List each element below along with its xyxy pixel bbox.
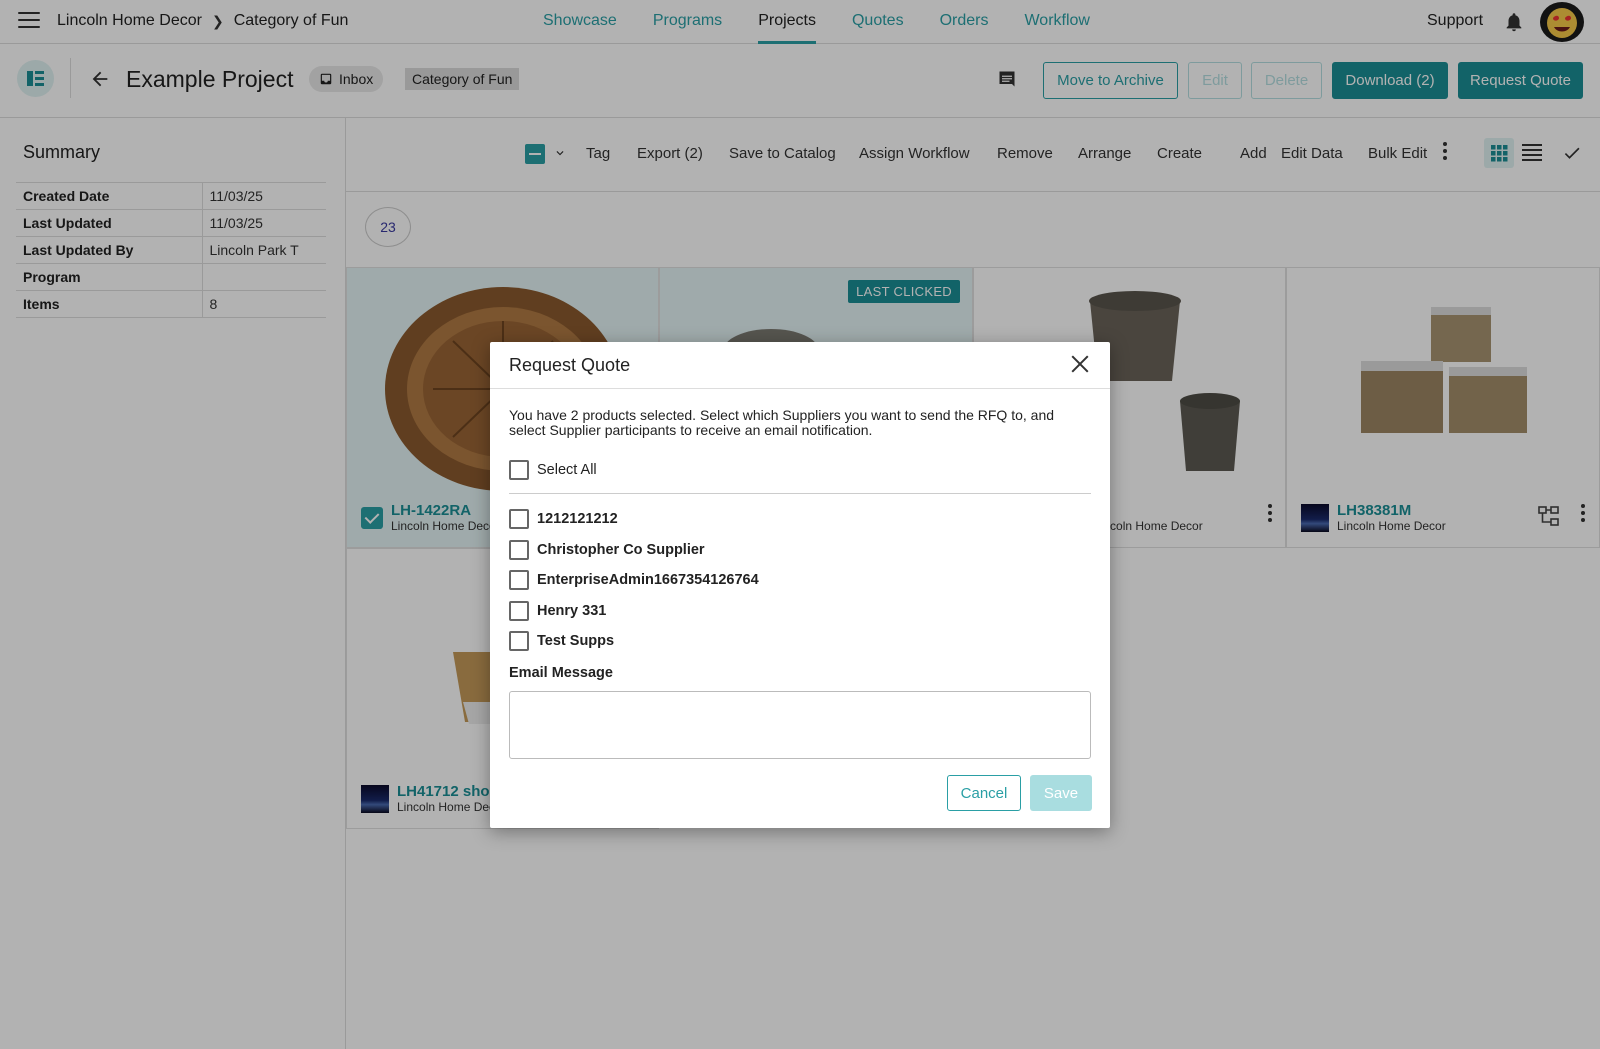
cancel-button[interactable]: Cancel	[947, 775, 1021, 811]
dialog-title: Request Quote	[509, 355, 631, 375]
email-message-input[interactable]	[509, 691, 1091, 759]
supplier-label: Christopher Co Supplier	[537, 542, 705, 558]
request-quote-dialog: Request Quote You have 2 products select…	[490, 342, 1110, 828]
select-all-option[interactable]: Select All	[509, 460, 597, 480]
email-message-label: Email Message	[509, 665, 613, 681]
supplier-label: 1212121212	[537, 511, 618, 527]
supplier-option[interactable]: 1212121212	[509, 509, 618, 529]
supplier-checkbox[interactable]	[509, 570, 529, 590]
supplier-label: Henry 331	[537, 603, 607, 619]
supplier-option[interactable]: Henry 331	[509, 601, 606, 621]
supplier-checkbox[interactable]	[509, 540, 529, 560]
supplier-option[interactable]: Test Supps	[509, 631, 614, 651]
save-button[interactable]: Save	[1030, 775, 1092, 811]
supplier-checkbox[interactable]	[509, 631, 529, 651]
supplier-checkbox[interactable]	[509, 509, 529, 529]
supplier-checkbox[interactable]	[509, 601, 529, 621]
select-all-label: Select All	[537, 462, 597, 478]
dialog-description: You have 2 products selected. Select whi…	[509, 407, 1055, 438]
close-icon[interactable]	[1070, 354, 1090, 374]
divider	[509, 493, 1091, 494]
dialog-header: Request Quote	[490, 342, 1110, 389]
supplier-option[interactable]: Christopher Co Supplier	[509, 540, 705, 560]
supplier-option[interactable]: EnterpriseAdmin1667354126764	[509, 570, 759, 590]
supplier-label: Test Supps	[537, 633, 615, 649]
select-all-checkbox[interactable]	[509, 460, 529, 480]
supplier-label: EnterpriseAdmin1667354126764	[537, 572, 759, 588]
